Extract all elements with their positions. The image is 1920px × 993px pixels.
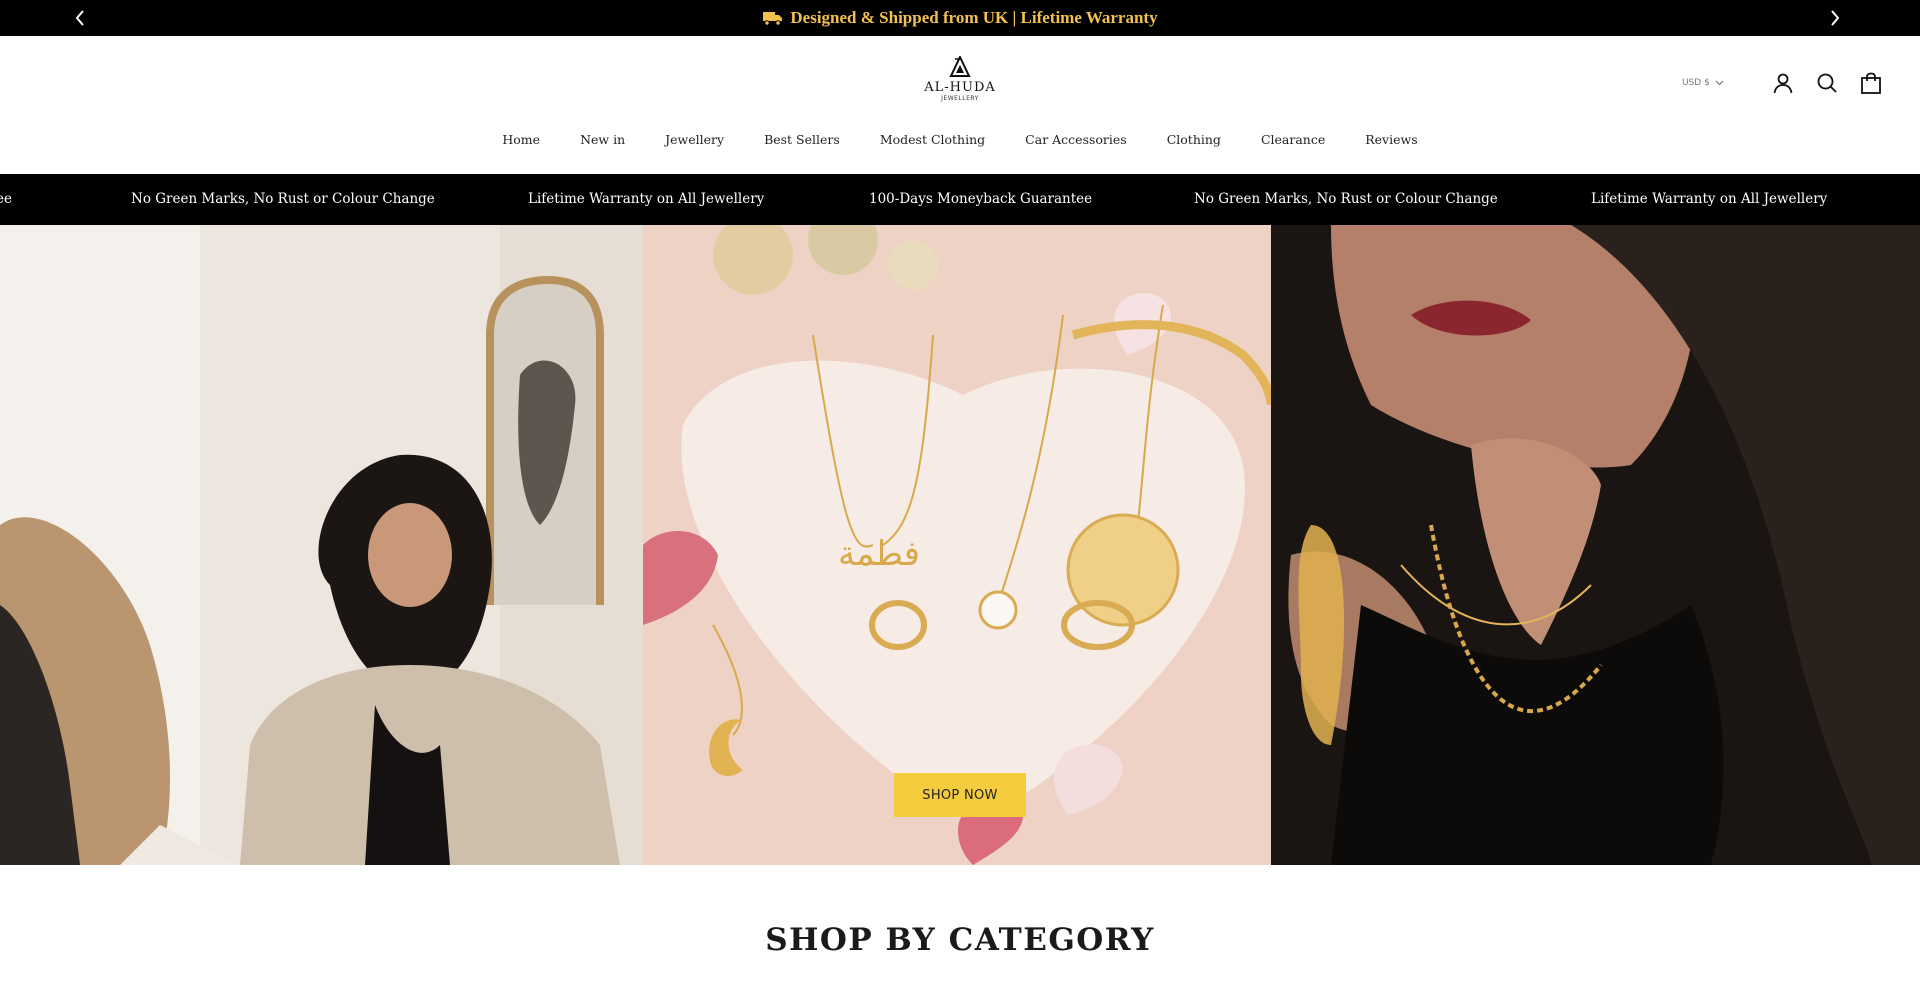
announcement-bar: Designed & Shipped from UK | Lifetime Wa… [0,0,1920,36]
logo-mark-icon [949,56,971,77]
nav-item-jewellery[interactable]: Jewellery [665,132,724,147]
header-tools: USD $ [1682,70,1884,96]
chevron-left-icon [75,10,84,26]
delivery-truck-icon [763,12,783,26]
brand-logo[interactable]: AL-HUDA JEWELLERY [912,56,1008,112]
nav-item-modest-clothing[interactable]: Modest Clothing [880,132,985,147]
chevron-down-icon [1715,80,1724,86]
ticker-item: ee [0,191,12,207]
ticker-item: Lifetime Warranty on All Jewellery [528,191,765,207]
brand-tagline: JEWELLERY [941,95,979,102]
currency-value: USD $ [1682,78,1710,88]
cart-button[interactable] [1858,70,1884,96]
search-button[interactable] [1814,70,1840,96]
main-navigation: Home New in Jewellery Best Sellers Modes… [0,132,1920,147]
nav-item-car-accessories[interactable]: Car Accessories [1025,132,1127,147]
nav-item-new-in[interactable]: New in [580,132,625,147]
account-button[interactable] [1770,70,1796,96]
svg-text:فطمة: فطمة [838,534,920,574]
ticker-item: No Green Marks, No Rust or Colour Change [131,191,435,207]
shopping-bag-icon [1860,72,1881,94]
ticker-item: Lifetime Warranty on All Jewellery [1591,191,1828,207]
user-icon [1773,73,1793,94]
nav-item-clothing[interactable]: Clothing [1167,132,1221,147]
ticker-item: No Green Marks, No Rust or Colour Change [1194,191,1498,207]
previous-announcement-button[interactable] [68,6,92,30]
announcement-message: Designed & Shipped from UK | Lifetime Wa… [762,8,1158,28]
announcement-text: Designed & Shipped from UK | Lifetime Wa… [790,8,1158,27]
nav-item-reviews[interactable]: Reviews [1365,132,1417,147]
shop-now-button[interactable]: SHOP NOW [894,773,1026,817]
hero-image-lifestyle [0,225,643,865]
ticker-item: 100-Days Moneyback Guarantee [869,191,1093,207]
nav-item-clearance[interactable]: Clearance [1261,132,1325,147]
hero-image-jewellery-flatlay: فطمة [643,225,1271,865]
hero-banner[interactable]: فطمة [0,225,1920,865]
hero-image-model [1271,225,1920,865]
shop-by-category-heading: SHOP BY CATEGORY [765,922,1155,958]
search-icon [1817,73,1837,93]
brand-name: AL-HUDA [924,80,996,95]
nav-item-best-sellers[interactable]: Best Sellers [764,132,840,147]
chevron-right-icon [1831,10,1840,26]
nav-item-home[interactable]: Home [502,132,540,147]
benefits-ticker: ee No Green Marks, No Rust or Colour Cha… [0,174,1920,225]
next-announcement-button[interactable] [1823,6,1847,30]
currency-selector[interactable]: USD $ [1682,78,1724,88]
site-header: AL-HUDA JEWELLERY USD $ Home New in Jewe… [0,36,1920,174]
